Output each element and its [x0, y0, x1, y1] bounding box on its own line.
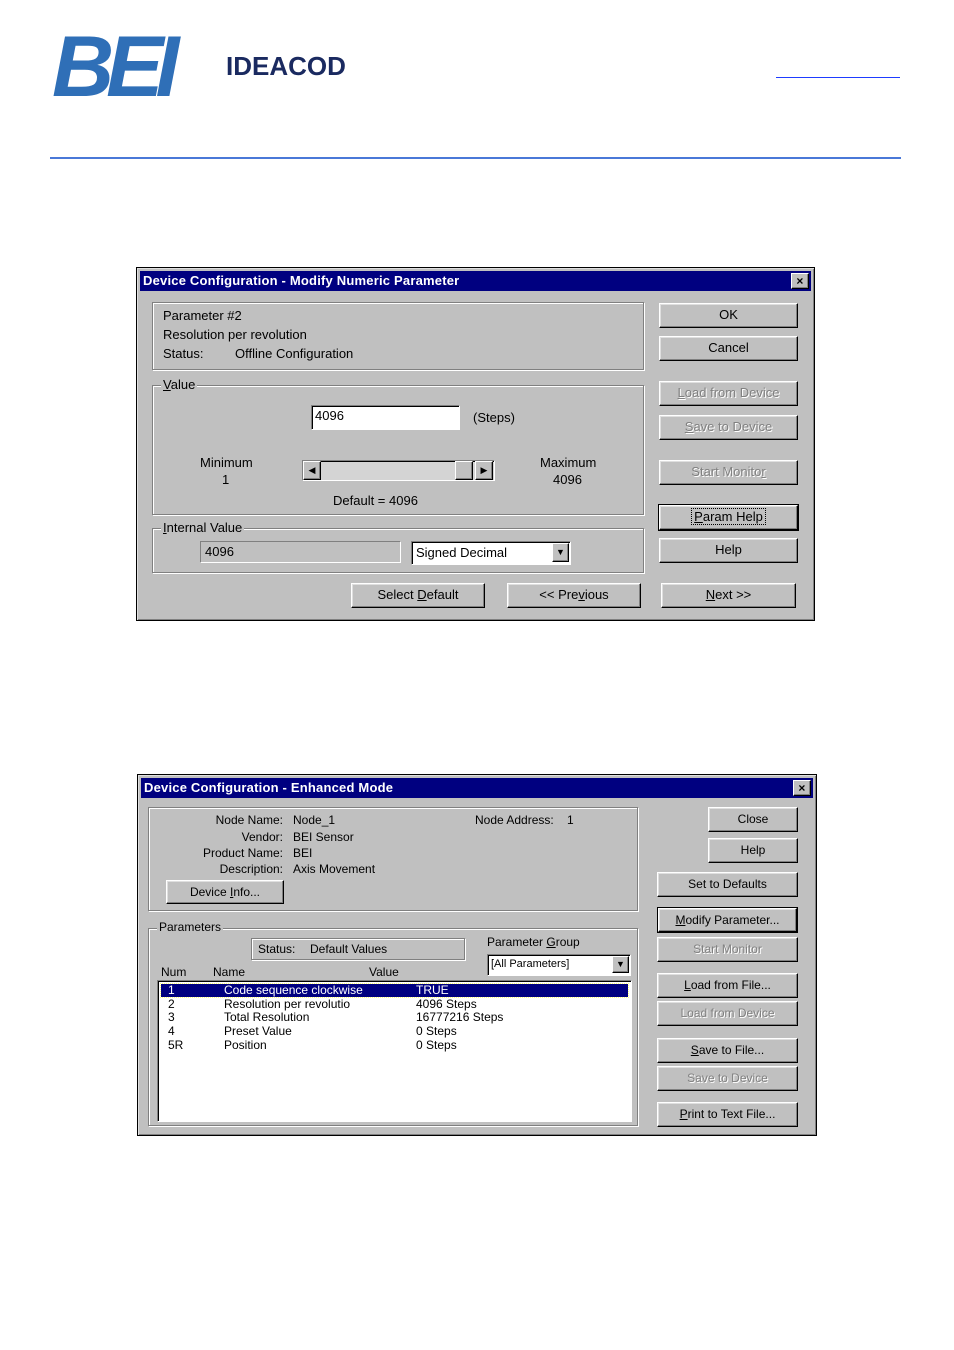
list-item-num: 4 — [168, 1024, 175, 1039]
column-header-name: Name — [213, 965, 246, 979]
enhanced-mode-dialog: Device Configuration - Enhanced Mode × N… — [137, 774, 817, 1136]
close-button[interactable]: Close — [708, 807, 798, 832]
description-value: Axis Movement — [293, 862, 376, 876]
parameter-number: Parameter #2 — [163, 308, 242, 323]
format-select-value: Signed Decimal — [416, 545, 508, 560]
save-to-device-button[interactable]: Save to Device — [657, 1066, 798, 1091]
default-text: Default = 4096 — [333, 493, 418, 508]
minimum-value: 1 — [222, 472, 230, 487]
maximum-label: Maximum — [540, 455, 597, 470]
list-item[interactable]: 5R Position 0 Steps — [161, 1037, 628, 1052]
parameter-group-value: [All Parameters] — [491, 958, 570, 970]
chevron-down-icon[interactable]: ▼ — [552, 543, 569, 562]
close-icon[interactable]: × — [791, 273, 809, 289]
list-item[interactable]: 1 Code sequence clockwise TRUE — [160, 983, 629, 998]
units-label: (Steps) — [473, 410, 515, 425]
node-address-value: 1 — [567, 813, 574, 827]
bei-ideacod-logo: BEI IDEACOD — [52, 28, 346, 103]
value-input-text: 4096 — [315, 408, 344, 423]
dialog-title: Device Configuration - Enhanced Mode × — [141, 778, 813, 798]
node-address-label: Node Address: — [475, 813, 554, 827]
vendor-value: BEI Sensor — [293, 830, 354, 844]
previous-button[interactable]: << Previous — [507, 583, 641, 608]
load-from-device-button[interactable]: Load from Device — [657, 1001, 798, 1026]
list-item-value: TRUE — [416, 983, 449, 997]
parameters-status-label: Status: — [258, 942, 296, 956]
load-from-file-button[interactable]: Load from File... — [657, 973, 798, 998]
list-item[interactable]: 2 Resolution per revolutio 4096 Steps — [161, 996, 628, 1011]
description-label: Description: — [219, 862, 283, 876]
list-item-value: 4096 Steps — [416, 996, 477, 1011]
chevron-down-icon[interactable]: ▼ — [612, 956, 629, 973]
next-button[interactable]: Next >> — [661, 583, 796, 608]
list-item[interactable]: 3 Total Resolution 16777216 Steps — [161, 1011, 628, 1024]
start-monitor-button[interactable]: Start Monitor — [657, 937, 798, 962]
list-item-num: 2 — [168, 996, 175, 1011]
value-group-label: Value — [161, 377, 198, 392]
minimum-label: Minimum — [200, 455, 253, 470]
column-header-value: Value — [369, 965, 399, 979]
list-item-name: Position — [224, 1037, 267, 1052]
slider-thumb[interactable] — [455, 461, 473, 480]
header-divider — [50, 157, 901, 159]
list-item-value: 16777216 Steps — [416, 1010, 504, 1025]
internal-value-group-label: Internal Value — [161, 520, 245, 535]
load-from-device-button[interactable]: Load from Device — [659, 381, 798, 406]
parameters-list[interactable]: 1 Code sequence clockwise TRUE 2 Resolution … — [157, 980, 632, 1122]
node-name-value: Node_1 — [293, 813, 336, 827]
product-name-value: BEI — [293, 846, 313, 860]
list-item-value: 0 Steps — [416, 1037, 457, 1052]
cancel-button[interactable]: Cancel — [659, 336, 798, 361]
print-to-text-file-button[interactable]: Print to Text File... — [657, 1102, 798, 1127]
parameters-group-label: Parameters — [157, 920, 224, 934]
save-to-device-button[interactable]: Save to Device — [659, 415, 798, 440]
list-item-num: 1 — [168, 983, 175, 997]
close-icon[interactable]: × — [793, 780, 811, 796]
list-item[interactable]: 4 Preset Value 0 Steps — [161, 1025, 628, 1038]
list-item-name: Code sequence clockwise — [224, 983, 363, 997]
modify-parameter-button[interactable]: Modify Parameter... — [657, 907, 798, 933]
vendor-label: Vendor: — [241, 830, 283, 844]
value-input[interactable]: 4096 — [311, 405, 460, 430]
status-value: Offline Configuration — [235, 346, 354, 361]
set-to-defaults-button[interactable]: Set to Defaults — [657, 872, 798, 897]
list-item-name: Preset Value — [224, 1024, 292, 1039]
parameter-name: Resolution per revolution — [163, 327, 307, 342]
column-header-num: Num — [161, 965, 187, 979]
svg-text:BEI: BEI — [52, 28, 181, 103]
list-item-num: 3 — [168, 1010, 175, 1025]
start-monitor-button[interactable]: Start Monitor — [659, 460, 798, 485]
parameter-group-select[interactable]: [All Parameters] ▼ — [487, 954, 631, 976]
select-default-button[interactable]: Select Default — [351, 583, 485, 608]
save-to-file-button[interactable]: Save to File... — [657, 1038, 798, 1063]
internal-value-field: 4096 — [200, 541, 401, 563]
svg-text:IDEACOD: IDEACOD — [226, 51, 346, 81]
help-button[interactable]: Help — [708, 838, 798, 863]
maximum-value: 4096 — [553, 472, 582, 487]
node-name-label: Node Name: — [215, 813, 283, 827]
list-item-value: 0 Steps — [416, 1024, 457, 1039]
header-link-underline[interactable] — [776, 77, 900, 78]
parameter-group-label: Parameter Group — [487, 935, 580, 949]
status-label: Status: — [163, 346, 204, 361]
list-item-num: 5R — [168, 1037, 184, 1052]
format-select[interactable]: Signed Decimal ▼ — [411, 541, 571, 565]
slider-right-arrow-icon[interactable]: ▶ — [475, 461, 493, 480]
internal-value-text: 4096 — [205, 544, 234, 559]
param-help-button[interactable]: Param Help — [658, 504, 799, 531]
device-info-button[interactable]: Device Info... — [166, 880, 284, 904]
help-button[interactable]: Help — [659, 538, 798, 563]
list-item-name: Total Resolution — [224, 1010, 310, 1025]
dialog-title: Device Configuration - Modify Numeric Pa… — [140, 271, 811, 291]
slider-left-arrow-icon[interactable]: ◀ — [303, 461, 321, 480]
parameters-status-value: Default Values — [310, 942, 388, 956]
ok-button[interactable]: OK — [659, 303, 798, 328]
modify-numeric-parameter-dialog: Device Configuration - Modify Numeric Pa… — [136, 267, 815, 621]
list-item-name: Resolution per revolutio — [224, 996, 351, 1011]
product-name-label: Product Name: — [202, 846, 283, 860]
